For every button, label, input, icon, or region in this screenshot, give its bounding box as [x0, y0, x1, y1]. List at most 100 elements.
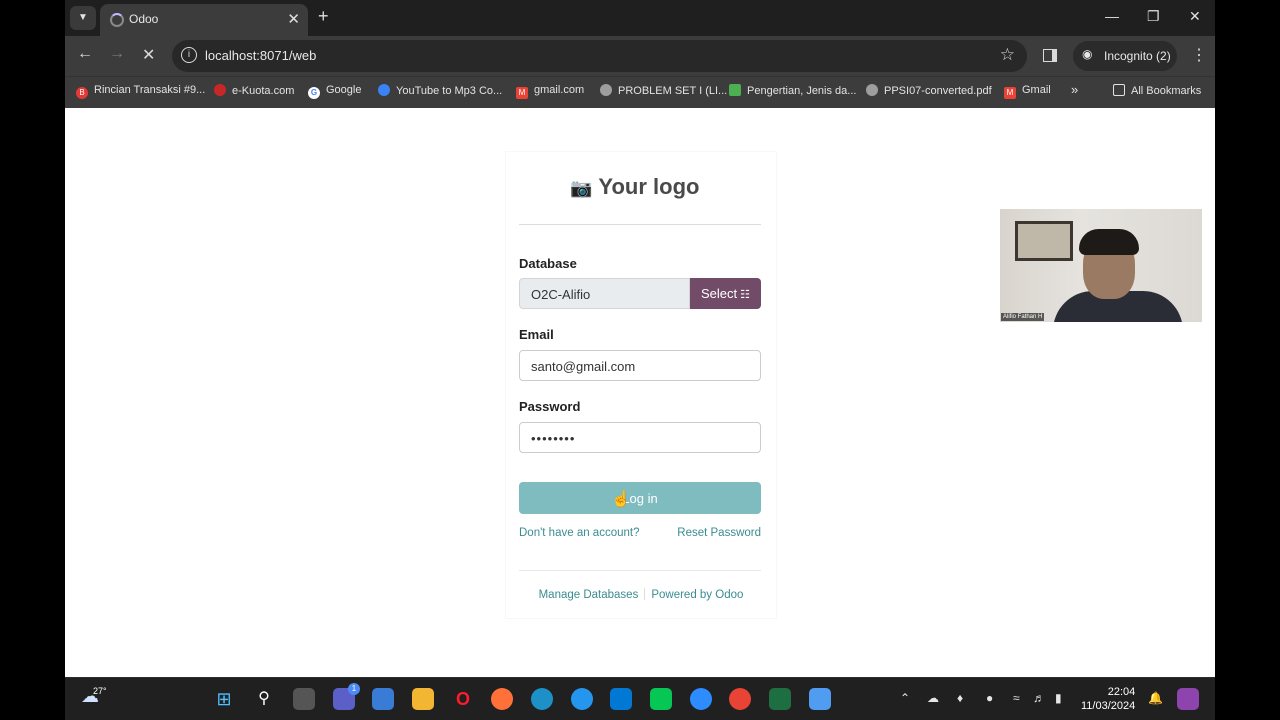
red-circle-icon: B — [76, 87, 88, 99]
bookmark-item[interactable]: G Google — [308, 84, 361, 99]
bookmark-item[interactable]: YouTube to Mp3 Co... — [378, 84, 502, 97]
person-hair — [1079, 229, 1139, 255]
divider — [519, 570, 761, 571]
notification-bell-icon[interactable]: 🔔 — [1148, 691, 1163, 705]
volume-icon[interactable]: ♬ — [1033, 691, 1045, 705]
side-panel-icon[interactable] — [1043, 49, 1057, 62]
tab-close-icon[interactable]: ✕ — [287, 10, 300, 28]
window-close-icon[interactable]: ✕ — [1189, 8, 1201, 25]
task-view-icon[interactable] — [293, 688, 315, 710]
google-icon: G — [308, 87, 320, 99]
site-info-icon[interactable]: i — [181, 47, 197, 63]
clock-date: 11/03/2024 — [1081, 700, 1136, 712]
desktop-screen: ▼ Odoo ✕ + — ❐ ✕ ← → ✕ i localhost:8071/… — [65, 0, 1215, 720]
select-label: Select — [700, 286, 738, 301]
chevron-up-icon[interactable]: ⌃ — [900, 691, 910, 705]
search-icon[interactable]: ⚲ — [253, 688, 275, 710]
more-bookmarks-icon[interactable]: » — [1071, 82, 1078, 97]
wifi-icon[interactable]: ≈ — [1013, 691, 1020, 705]
webcam-overlay: Alifio Fathan H — [1000, 209, 1202, 322]
footer-links: Manage Databases Powered by Odoo — [506, 588, 776, 601]
opera-icon[interactable]: O — [452, 688, 474, 710]
select-database-button[interactable]: Select ☷ — [690, 278, 761, 309]
file-explorer-icon[interactable] — [412, 688, 434, 710]
copilot-icon[interactable] — [1177, 688, 1199, 710]
database-field: O2C-Alifio — [519, 278, 690, 309]
logo-text: Your logo — [598, 174, 700, 199]
login-button[interactable]: Log in — [519, 482, 761, 514]
bookmark-item[interactable]: Mgmail.com — [516, 84, 584, 99]
email-label: Email — [519, 327, 554, 342]
separator — [644, 588, 646, 600]
minimize-icon[interactable]: — — [1105, 8, 1119, 24]
bookmarks-bar: B Rincian Transaksi #9... e-Kuota.com G Go… — [65, 76, 1215, 108]
bookmark-item[interactable]: B Rincian Transaksi #9... — [76, 84, 205, 99]
incognito-label: Incognito (2) — [1104, 49, 1171, 63]
incognito-icon: ◉ — [1082, 47, 1093, 61]
tab-odoo[interactable]: Odoo ✕ — [100, 4, 308, 36]
left-letterbox — [0, 0, 65, 720]
loading-spinner-icon — [110, 13, 124, 27]
chat-badge: 1 — [348, 683, 360, 695]
cloud-icon — [378, 84, 390, 96]
incognito-profile-button[interactable]: ◉ Incognito (2) — [1073, 41, 1177, 71]
edge-icon[interactable] — [531, 688, 553, 710]
url-text[interactable]: localhost:8071/web — [205, 48, 316, 63]
start-icon[interactable]: ⊞ — [213, 688, 235, 710]
gmail-icon: M — [1004, 87, 1016, 99]
dropbox-icon[interactable]: ♦ — [957, 691, 963, 705]
line-icon[interactable] — [650, 688, 672, 710]
right-letterbox — [1215, 0, 1280, 720]
firefox-icon[interactable] — [491, 688, 513, 710]
login-card: 📷 Your logo Database O2C-Alifio Select ☷ E… — [506, 152, 776, 618]
docker-icon[interactable] — [571, 688, 593, 710]
browser-menu-icon[interactable]: ⋮ — [1191, 45, 1207, 65]
new-tab-icon[interactable]: + — [318, 6, 329, 27]
bookmark-item[interactable]: PPSI07-converted.pdf — [866, 84, 992, 97]
onedrive-icon[interactable]: ☁ — [927, 691, 939, 705]
gmail-icon: M — [516, 87, 528, 99]
address-bar[interactable]: i localhost:8071/web ☆ — [172, 40, 1027, 72]
pin-icon — [214, 84, 226, 96]
bookmark-item[interactable]: e-Kuota.com — [214, 84, 294, 97]
tab-strip: ▼ Odoo ✕ + — ❐ ✕ — [65, 0, 1215, 36]
folder-icon — [1113, 84, 1125, 96]
bookmark-item[interactable]: PROBLEM SET I (LI... — [600, 84, 727, 97]
forward-arrow-icon[interactable]: → — [109, 45, 125, 63]
all-bookmarks-button[interactable]: All Bookmarks — [1113, 84, 1201, 97]
signup-link[interactable]: Don't have an account? — [519, 527, 639, 539]
notepad-icon[interactable] — [809, 688, 831, 710]
wall-frame — [1015, 221, 1073, 261]
tab-search-button[interactable]: ▼ — [70, 6, 96, 30]
password-field[interactable]: •••••••• — [519, 422, 761, 453]
manage-databases-link[interactable]: Manage Databases — [539, 589, 639, 601]
database-icon: ☷ — [740, 289, 750, 301]
microphone-icon[interactable]: ● — [986, 691, 993, 705]
email-field[interactable]: santo@gmail.com — [519, 350, 761, 381]
mouse-cursor-icon: ☝ — [611, 491, 631, 508]
browser-toolbar: ← → ✕ i localhost:8071/web ☆ ◉ Incognito… — [65, 36, 1215, 76]
reset-password-link[interactable]: Reset Password — [677, 527, 761, 539]
zoom-icon[interactable] — [690, 688, 712, 710]
globe-icon — [600, 84, 612, 96]
bookmark-star-icon[interactable]: ☆ — [1000, 45, 1015, 65]
stop-loading-icon[interactable]: ✕ — [142, 45, 155, 65]
battery-icon[interactable]: ▮ — [1055, 691, 1062, 705]
clock[interactable]: 22:04 11/03/2024 — [1081, 685, 1135, 713]
store-icon[interactable] — [372, 688, 394, 710]
bookmark-item[interactable]: M Gmail — [1004, 84, 1051, 99]
chat-icon[interactable]: 1 — [333, 683, 360, 710]
odoo-login-page: 📷 Your logo Database O2C-Alifio Select ☷ E… — [65, 108, 1215, 677]
back-arrow-icon[interactable]: ← — [77, 45, 93, 63]
tab-title: Odoo — [129, 12, 159, 26]
chrome-icon[interactable] — [729, 688, 751, 710]
camera-icon: 📷 — [570, 178, 593, 198]
powered-by-link[interactable]: Powered by Odoo — [651, 589, 743, 601]
temperature: 27° — [93, 686, 107, 696]
vscode-icon[interactable] — [610, 688, 632, 710]
restore-icon[interactable]: ❐ — [1147, 8, 1160, 25]
site-icon — [729, 84, 741, 96]
excel-icon[interactable] — [769, 688, 791, 710]
company-logo: 📷 Your logo — [570, 174, 699, 200]
bookmark-item[interactable]: Pengertian, Jenis da... — [729, 84, 856, 97]
